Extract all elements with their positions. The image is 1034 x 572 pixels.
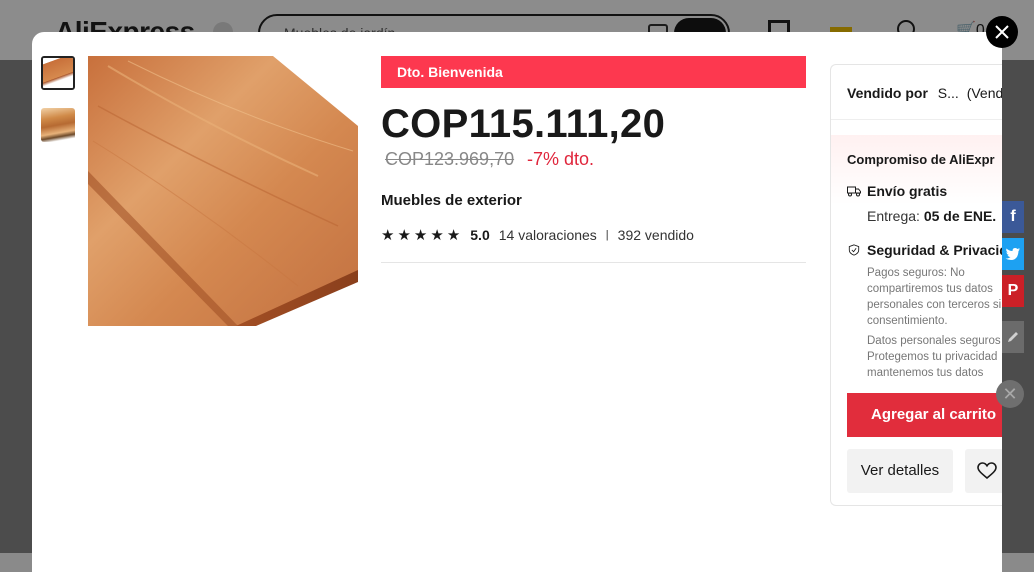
seller-extra: (Vende xyxy=(966,85,1002,101)
secure-payment-text: Pagos seguros: No compartiremos tus dato… xyxy=(867,267,1002,327)
add-to-cart-button[interactable]: Agregar al carrito xyxy=(847,393,1002,437)
rating-row: ★ ★ ★ ★ ★ 5.0 14 valoraciones | 392 vendido xyxy=(381,227,694,243)
star-icon: ★ xyxy=(446,226,461,244)
free-shipping-row: Envío gratis xyxy=(847,183,947,199)
product-main-image[interactable] xyxy=(88,56,358,326)
view-details-button[interactable]: Ver detalles xyxy=(847,449,953,493)
security-privacy-row: Seguridad & Privacid xyxy=(847,242,1002,258)
product-quick-view-modal: Dto. Bienvenida COP115.111,20 COP123.969… xyxy=(32,32,1002,572)
close-modal-button[interactable] xyxy=(986,16,1018,48)
sold-count: 392 vendido xyxy=(617,227,694,243)
rating-stars: ★ ★ ★ ★ ★ xyxy=(381,228,460,243)
reviews-count[interactable]: 14 valoraciones xyxy=(499,227,597,243)
star-icon: ★ xyxy=(413,226,428,244)
star-icon: ★ xyxy=(430,226,444,244)
purchase-side-panel: Vendido por S... (Vende Compromiso de Al… xyxy=(830,64,1002,506)
heart-icon xyxy=(977,462,997,480)
sold-by-row: Vendido por S... (Vende xyxy=(847,85,1002,101)
seller-name[interactable]: S... xyxy=(938,85,959,101)
delivery-row: Entrega: 05 de ENE. xyxy=(867,208,996,224)
thumbnail-wood-plank[interactable] xyxy=(41,56,75,90)
star-icon: ★ xyxy=(397,226,411,244)
delivery-label: Entrega: xyxy=(867,208,920,224)
commitment-title: Compromiso de AliExpr xyxy=(847,152,995,167)
original-price: COP123.969,70 xyxy=(385,149,515,169)
sold-by-label: Vendido por xyxy=(847,85,928,101)
shield-icon xyxy=(848,244,860,256)
divider xyxy=(381,262,806,263)
rating-value: 5.0 xyxy=(470,227,490,243)
thumbnail-list xyxy=(41,56,79,160)
twitter-share-icon[interactable] xyxy=(1002,238,1024,270)
rating-separator: | xyxy=(605,229,609,241)
discount-percentage: -7% dto. xyxy=(527,149,595,169)
wishlist-button[interactable] xyxy=(965,449,1002,493)
star-icon: ★ xyxy=(381,226,395,244)
current-price: COP115.111,20 xyxy=(381,102,666,146)
product-title[interactable]: Muebles de exterior xyxy=(381,192,522,209)
thumbnail-wood-stack[interactable] xyxy=(41,108,75,142)
edit-pencil-icon[interactable] xyxy=(1002,321,1024,353)
truck-icon xyxy=(847,186,861,197)
divider xyxy=(831,119,1002,120)
share-bar-close-icon[interactable]: ✕ xyxy=(996,380,1024,408)
welcome-discount-badge: Dto. Bienvenida xyxy=(381,56,806,88)
facebook-share-icon[interactable]: f xyxy=(1002,201,1024,233)
close-icon xyxy=(995,25,1009,39)
security-privacy-title: Seguridad & Privacid xyxy=(867,242,1002,258)
secure-data-text: Datos personales seguros Protegemos tu p… xyxy=(867,335,1001,379)
free-shipping-title: Envío gratis xyxy=(867,183,948,199)
delivery-date: 05 de ENE. xyxy=(923,208,997,224)
pinterest-share-icon[interactable]: P xyxy=(1002,275,1024,307)
